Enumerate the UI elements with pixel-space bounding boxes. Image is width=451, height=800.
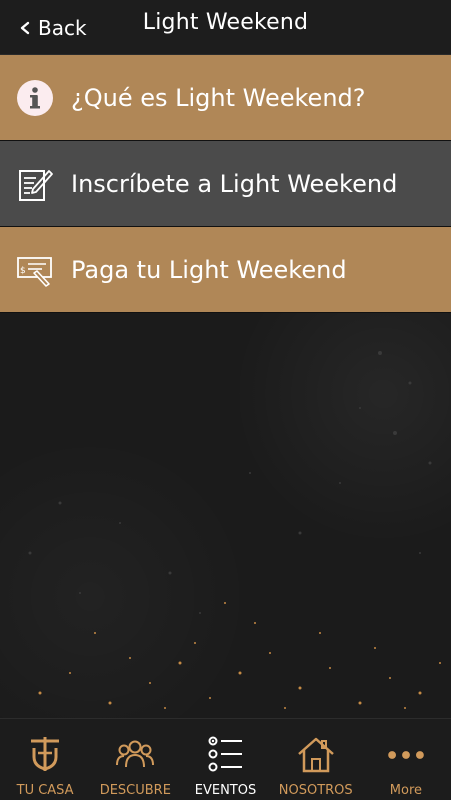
tab-nosotros[interactable]: NOSOTROS <box>271 719 361 800</box>
bottom-tab-bar: TU CASA DESCUBRE EVENTOS NOSOTROS More <box>0 718 451 800</box>
menu-item-label: ¿Qué es Light Weekend? <box>71 83 366 112</box>
tab-label: EVENTOS <box>194 783 257 798</box>
tab-more[interactable]: More <box>361 719 451 800</box>
app-screen: Back Light Weekend ¿Qué es Light Weekend… <box>0 0 451 800</box>
tab-tu-casa[interactable]: TU CASA <box>0 719 90 800</box>
people-icon <box>115 735 155 775</box>
church-logo-icon <box>25 735 65 775</box>
list-icon <box>206 735 246 775</box>
menu-item-inscribete[interactable]: Inscríbete a Light Weekend <box>0 141 451 227</box>
page-title: Light Weekend <box>142 10 309 35</box>
tab-label: DESCUBRE <box>99 783 171 798</box>
menu-item-que-es[interactable]: ¿Qué es Light Weekend? <box>0 55 451 141</box>
top-nav-bar: Back Light Weekend <box>0 0 451 55</box>
payment-check-icon: $ <box>15 250 55 290</box>
tab-label: TU CASA <box>16 783 74 798</box>
edit-document-icon <box>15 164 55 204</box>
tab-label: More <box>389 783 423 798</box>
house-icon <box>296 735 336 775</box>
speckled-background <box>0 313 451 718</box>
menu-item-label: Paga tu Light Weekend <box>71 255 347 284</box>
menu-item-label: Inscríbete a Light Weekend <box>71 169 398 198</box>
tab-label: NOSOTROS <box>278 783 353 798</box>
more-dots-icon <box>386 735 426 775</box>
menu-item-paga[interactable]: $ Paga tu Light Weekend <box>0 227 451 313</box>
svg-text:$: $ <box>20 266 26 276</box>
tab-eventos[interactable]: EVENTOS <box>180 719 270 800</box>
tab-descubre[interactable]: DESCUBRE <box>90 719 180 800</box>
info-icon <box>15 78 55 118</box>
menu-list: ¿Qué es Light Weekend? Inscríbete a Ligh… <box>0 55 451 313</box>
